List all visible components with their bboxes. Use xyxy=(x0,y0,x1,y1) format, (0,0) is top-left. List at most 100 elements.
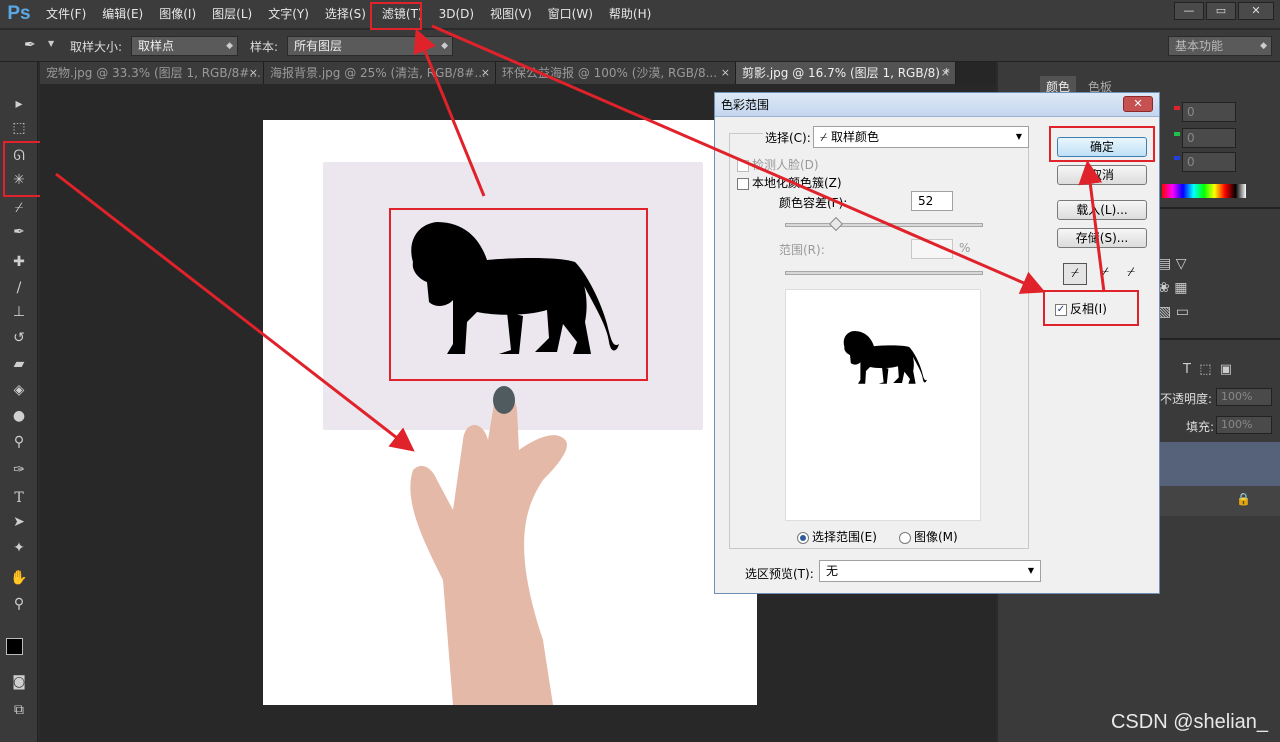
smart-filter-icon[interactable]: ▣ xyxy=(1220,362,1232,377)
close-icon[interactable]: × xyxy=(721,62,730,84)
close-icon[interactable]: × xyxy=(941,62,950,84)
radio-image[interactable]: 图像(M) xyxy=(899,528,958,545)
tab-poster-bg[interactable]: 海报背景.jpg @ 25% (清洁, RGB/8#... × xyxy=(264,62,496,84)
color-range-dialog: 色彩范围 ✕ 选择(C): ⌿ 取样颜色 ▼ 检测人脸(D) 本地化颜色簇(Z) … xyxy=(714,92,1160,594)
gradient-fill-icon[interactable]: ▭ xyxy=(1176,304,1189,320)
shape-filter-icon[interactable]: ⬚ xyxy=(1199,362,1211,377)
fill-label: 填充: xyxy=(1186,420,1215,434)
document-canvas[interactable] xyxy=(263,120,757,705)
history-brush-tool-icon[interactable]: ↺ xyxy=(9,328,29,348)
brush-tool-icon[interactable]: / xyxy=(9,278,29,298)
menu-edit[interactable]: 编辑(E) xyxy=(94,0,151,28)
eyedropper-icon: ⌿ xyxy=(820,130,828,144)
photoshop-logo: Ps xyxy=(7,3,31,24)
select-dropdown[interactable]: ⌿ 取样颜色 ▼ xyxy=(813,126,1029,148)
shape-tool-icon[interactable]: ✦ xyxy=(9,538,29,558)
eyedropper-subtract-icon[interactable]: ⌿ xyxy=(1119,263,1143,285)
red-value-field[interactable]: 0 xyxy=(1182,102,1236,122)
menu-view[interactable]: 视图(V) xyxy=(482,0,540,28)
tab-eco-poster[interactable]: 环保公益海报 @ 100% (沙漠, RGB/8... × xyxy=(496,62,736,84)
sample-size-label: 取样大小: xyxy=(70,40,123,54)
menu-help[interactable]: 帮助(H) xyxy=(601,0,659,28)
range-input[interactable] xyxy=(911,239,953,259)
preview-lion-silhouette xyxy=(843,331,927,384)
eyedropper-sample-icon[interactable]: ⌿ xyxy=(1063,263,1087,285)
fuzziness-slider-track[interactable] xyxy=(785,223,983,227)
select-arrow-icon: ◆ xyxy=(441,41,448,51)
blue-value-field[interactable]: 0 xyxy=(1182,152,1236,172)
opacity-field[interactable]: 100% xyxy=(1216,388,1272,406)
eraser-tool-icon[interactable]: ▰ xyxy=(9,354,29,374)
dialog-title: 色彩范围 xyxy=(715,93,1159,117)
eyedropper-add-icon[interactable]: ⌿ xyxy=(1093,263,1117,285)
color-spectrum-bar[interactable] xyxy=(1162,184,1246,198)
layer-row-background[interactable] xyxy=(1160,486,1280,516)
red-slider-marker xyxy=(1174,106,1180,110)
blue-slider-marker xyxy=(1174,156,1180,160)
restore-button[interactable]: ▭ xyxy=(1206,2,1236,20)
green-slider-marker xyxy=(1174,132,1180,136)
sample-select[interactable]: 所有图层 ◆ xyxy=(287,36,453,56)
path-selection-tool-icon[interactable]: ➤ xyxy=(9,512,29,532)
marquee-tool-icon[interactable]: ⬚ xyxy=(9,118,29,138)
stamp-tool-icon[interactable]: ⊥ xyxy=(9,302,29,322)
type-tool-icon[interactable]: T xyxy=(9,488,29,508)
eyedropper-icon[interactable]: ✒ xyxy=(24,37,36,53)
fuzziness-input[interactable]: 52 xyxy=(911,191,953,211)
menu-image[interactable]: 图像(I) xyxy=(151,0,204,28)
move-tool-icon[interactable]: ▸ xyxy=(9,94,29,114)
detect-faces-checkbox[interactable]: 检测人脸(D) xyxy=(737,156,819,173)
sample-size-select[interactable]: 取样点 ◆ xyxy=(131,36,238,56)
menu-select[interactable]: 选择(S) xyxy=(317,0,374,28)
select-arrow-icon: ◆ xyxy=(226,41,233,51)
radio-selection[interactable]: 选择范围(E) xyxy=(797,528,877,545)
crop-tool-icon[interactable]: ⌿ xyxy=(9,198,29,218)
cancel-button[interactable]: 取消 xyxy=(1057,165,1147,185)
healing-brush-tool-icon[interactable]: ✚ xyxy=(9,252,29,272)
dialog-close-button[interactable]: ✕ xyxy=(1123,96,1153,112)
blur-tool-icon[interactable]: ● xyxy=(9,406,29,426)
eyedropper-tool-icon[interactable]: ✒ xyxy=(9,222,29,242)
screen-mode-icon[interactable]: ⧉ xyxy=(9,700,29,720)
fill-field[interactable]: 100% xyxy=(1216,416,1272,434)
menu-window[interactable]: 窗口(W) xyxy=(540,0,601,28)
type-filter-icon[interactable]: T xyxy=(1183,362,1191,377)
foreground-color-swatch[interactable] xyxy=(6,638,23,655)
save-button[interactable]: 存储(S)... xyxy=(1057,228,1147,248)
selection-preview-dropdown[interactable]: 无 ▼ xyxy=(819,560,1041,582)
tab-pet[interactable]: 宠物.jpg @ 33.3% (图层 1, RGB/8#... × xyxy=(40,62,264,84)
workspace-select[interactable]: 基本功能 ◆ xyxy=(1168,36,1272,56)
dropdown-arrow-icon: ▼ xyxy=(1015,132,1022,141)
options-bar: ✒ ▼ 取样大小: 取样点 ◆ 样本: 所有图层 ◆ 基本功能 ◆ xyxy=(0,30,1280,62)
tool-preset-arrow-icon[interactable]: ▼ xyxy=(48,39,54,48)
zoom-tool-icon[interactable]: ⚲ xyxy=(9,594,29,614)
annotation-box-filter-menu xyxy=(370,2,422,30)
quick-mask-icon[interactable]: ◙ xyxy=(9,672,29,692)
close-icon[interactable]: × xyxy=(481,62,490,84)
menu-3d[interactable]: 3D(D) xyxy=(431,0,482,28)
tab-silhouette[interactable]: 剪影.jpg @ 16.7% (图层 1, RGB/8) * × xyxy=(736,62,956,84)
minimize-button[interactable]: — xyxy=(1174,2,1204,20)
gradient-map-icon[interactable]: ▽ xyxy=(1176,256,1187,272)
watermark-text: CSDN @shelian_ xyxy=(1110,711,1268,733)
menu-layer[interactable]: 图层(L) xyxy=(204,0,260,28)
menu-bar: Ps 文件(F) 编辑(E) 图像(I) 图层(L) 文字(Y) 选择(S) 滤… xyxy=(0,0,1280,28)
localized-clusters-checkbox[interactable]: 本地化颜色簇(Z) xyxy=(737,174,842,191)
close-window-button[interactable]: ✕ xyxy=(1238,2,1274,20)
annotation-box-ok xyxy=(1049,126,1155,162)
window-controls: — ▭ ✕ xyxy=(1174,2,1274,20)
dodge-tool-icon[interactable]: ⚲ xyxy=(9,432,29,452)
paint-bucket-tool-icon[interactable]: ◈ xyxy=(9,380,29,400)
annotation-box-tools xyxy=(3,141,43,197)
range-slider-track[interactable] xyxy=(785,271,983,275)
pen-tool-icon[interactable]: ✑ xyxy=(9,460,29,480)
layer-row-selected[interactable] xyxy=(1160,442,1280,486)
green-value-field[interactable]: 0 xyxy=(1182,128,1236,148)
color-lookup-icon[interactable]: ▦ xyxy=(1174,280,1187,296)
close-icon[interactable]: × xyxy=(249,62,258,84)
menu-type[interactable]: 文字(Y) xyxy=(260,0,317,28)
lock-icon: 🔒 xyxy=(1236,492,1251,506)
load-button[interactable]: 载入(L)... xyxy=(1057,200,1147,220)
hand-tool-icon[interactable]: ✋ xyxy=(9,568,29,588)
menu-file[interactable]: 文件(F) xyxy=(38,0,94,28)
